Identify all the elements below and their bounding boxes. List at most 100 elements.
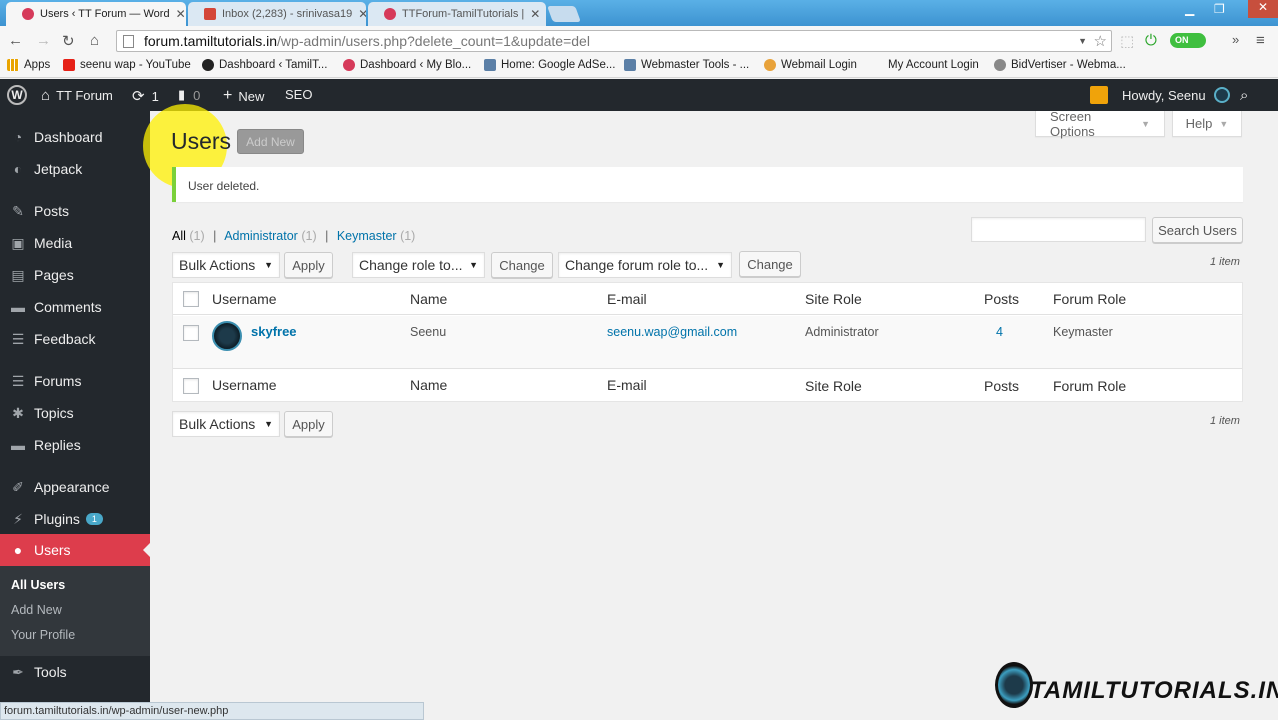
admin-bar-seo[interactable]: SEO — [285, 87, 312, 102]
close-tab-icon[interactable]: ✕ — [352, 7, 366, 21]
row-posts-link[interactable]: 4 — [996, 325, 1003, 339]
users-submenu: All Users Add New Your Profile — [0, 566, 150, 656]
forward-arrow-icon[interactable]: → — [36, 32, 51, 49]
column-email[interactable]: E-mail — [607, 377, 647, 393]
plugins-update-badge: 1 — [85, 513, 103, 525]
reload-icon[interactable]: ↻ — [62, 32, 75, 50]
change-forum-role-select[interactable]: Change forum role to... ▼ — [558, 252, 732, 278]
url-host: forum.tamiltutorials.in — [144, 33, 278, 49]
bulk-actions-select-bottom[interactable]: Bulk Actions ▼ — [172, 411, 280, 437]
bookmark-adsense[interactable]: Home: Google AdSe... — [484, 59, 615, 71]
change-role-select[interactable]: Change role to... ▼ — [352, 252, 485, 278]
close-tab-icon[interactable]: ✕ — [170, 7, 186, 21]
sidebar-item-users[interactable]: ● Users — [0, 534, 150, 566]
select-all-checkbox[interactable] — [183, 291, 199, 307]
view-all[interactable]: All — [172, 229, 186, 243]
extension-toggle[interactable]: ON — [1170, 33, 1206, 48]
browser-tab-inbox[interactable]: Inbox (2,283) - srinivasa19 ✕ — [188, 2, 366, 26]
change-role-button[interactable]: Change — [491, 252, 553, 278]
apply-button-top[interactable]: Apply — [284, 252, 333, 278]
column-forum-role: Forum Role — [1053, 378, 1127, 394]
admin-bar-site[interactable]: ⌂ TT Forum — [41, 87, 113, 104]
submenu-all-users[interactable]: All Users — [11, 578, 65, 592]
bookmark-webmaster-tools[interactable]: Webmaster Tools - ... — [624, 59, 749, 71]
column-username[interactable]: Username — [212, 377, 277, 393]
submenu-add-new[interactable]: Add New — [11, 603, 62, 617]
row-email-link[interactable]: seenu.wap@gmail.com — [607, 325, 737, 339]
close-tab-icon[interactable]: ✕ — [524, 7, 540, 21]
bookmark-my-account[interactable]: My Account Login — [871, 59, 979, 71]
close-window-icon[interactable]: ✕ — [1248, 0, 1278, 18]
sidebar-item-replies[interactable]: ▬ Replies — [0, 429, 150, 461]
bookmark-star-icon[interactable]: ☆ — [1094, 32, 1107, 50]
bookmarks-bar: Apps seenu wap - YouTube Dashboard ‹ Tam… — [0, 56, 1278, 78]
apps-grid-icon — [7, 59, 19, 71]
column-username[interactable]: Username — [212, 291, 277, 307]
search-icon[interactable]: ⌕ — [1240, 87, 1248, 104]
sidebar-item-pages[interactable]: ▤ Pages — [0, 259, 150, 291]
tab-label: Inbox (2,283) - srinivasa19 — [222, 8, 353, 20]
maximize-icon[interactable]: ❐ — [1214, 2, 1225, 16]
sidebar-item-posts[interactable]: ✎ Posts — [0, 195, 150, 227]
view-keymaster[interactable]: Keymaster — [337, 229, 397, 243]
wordpress-logo-icon[interactable]: W — [7, 85, 27, 105]
back-arrow-icon[interactable]: ← — [8, 32, 23, 49]
browser-toolbar: ← → ↻ ⌂ forum.tamiltutorials.in/wp-admin… — [0, 26, 1278, 56]
view-administrator[interactable]: Administrator — [224, 229, 298, 243]
bookmark-webmail[interactable]: Webmail Login — [764, 59, 857, 71]
sidebar-item-dashboard[interactable]: ◔ Dashboard — [0, 121, 150, 153]
apply-button-bottom[interactable]: Apply — [284, 411, 333, 437]
sidebar-item-jetpack[interactable]: ◐ Jetpack — [0, 153, 150, 185]
sidebar-item-appearance[interactable]: ✐ Appearance — [0, 471, 150, 503]
menu-icon[interactable]: ≡ — [1256, 32, 1265, 49]
home-icon[interactable]: ⌂ — [90, 32, 99, 49]
power-extension-icon[interactable]: ⏻ — [1145, 32, 1157, 49]
extension-icon[interactable]: ⬚ — [1120, 32, 1134, 50]
bookmark-dashboard-myblog[interactable]: Dashboard ‹ My Blo... — [343, 59, 471, 71]
browser-tab-ttforum[interactable]: TTForum-TamilTutorials | ✕ — [368, 2, 546, 26]
avatar — [1213, 87, 1230, 103]
sidebar-item-plugins[interactable]: ⚡ Plugins 1 — [0, 503, 150, 535]
main-content: Users Add New User deleted. All (1) | Ad… — [143, 104, 1278, 720]
bookmark-bidvertiser[interactable]: BidVertiser - Webma... — [994, 59, 1126, 71]
column-forum-role: Forum Role — [1053, 291, 1127, 307]
blank-icon — [871, 59, 883, 71]
column-name[interactable]: Name — [410, 377, 447, 393]
bookmark-apps[interactable]: Apps — [7, 59, 50, 71]
avatar — [212, 321, 242, 351]
admin-bar-updates[interactable]: ⟳ 1 — [132, 87, 159, 105]
browser-tab-users[interactable]: Users ‹ TT Forum — Word ✕ — [6, 2, 186, 26]
new-tab-button[interactable] — [547, 6, 581, 22]
admin-bar-account[interactable]: Howdy, Seenu — [1122, 87, 1230, 103]
add-new-user-button[interactable]: Add New — [237, 129, 304, 154]
sidebar-item-comments[interactable]: ▬ Comments — [0, 291, 150, 323]
youtube-icon — [63, 59, 75, 71]
site-logo-icon — [202, 59, 214, 71]
pushpin-icon: ✎ — [12, 202, 24, 219]
bookmark-youtube[interactable]: seenu wap - YouTube — [63, 59, 191, 71]
dropdown-icon[interactable]: ▼ — [1078, 36, 1087, 46]
row-checkbox[interactable] — [183, 325, 199, 341]
column-name[interactable]: Name — [410, 291, 447, 307]
admin-bar-new[interactable]: + New — [223, 87, 264, 105]
address-bar[interactable]: forum.tamiltutorials.in/wp-admin/users.p… — [116, 30, 1112, 52]
bookmark-dashboard-tamilt[interactable]: Dashboard ‹ TamilT... — [202, 59, 327, 71]
sidebar-item-topics[interactable]: ✱ Topics — [0, 397, 150, 429]
select-all-checkbox-bottom[interactable] — [183, 378, 199, 394]
sidebar-item-media[interactable]: ▣ Media — [0, 227, 150, 259]
wordpress-favicon-icon — [22, 8, 34, 20]
sidebar-item-feedback[interactable]: ☰ Feedback — [0, 323, 150, 355]
row-username-link[interactable]: skyfree — [251, 324, 297, 339]
sidebar-item-tools[interactable]: ✒ Tools — [0, 656, 150, 688]
admin-bar-comments[interactable]: ▮ 0 — [178, 87, 200, 103]
notification-icon[interactable] — [1090, 86, 1108, 104]
search-users-input[interactable] — [971, 217, 1146, 242]
search-users-button[interactable]: Search Users — [1152, 217, 1243, 243]
column-email[interactable]: E-mail — [607, 291, 647, 307]
bulk-actions-select-top[interactable]: Bulk Actions ▼ — [172, 252, 280, 278]
extensions-overflow-icon[interactable]: » — [1232, 32, 1239, 47]
submenu-your-profile[interactable]: Your Profile — [11, 628, 75, 642]
minimize-icon[interactable]: ▁ — [1185, 2, 1194, 16]
change-forum-role-button[interactable]: Change — [739, 251, 801, 277]
sidebar-item-forums[interactable]: ☰ Forums — [0, 365, 150, 397]
